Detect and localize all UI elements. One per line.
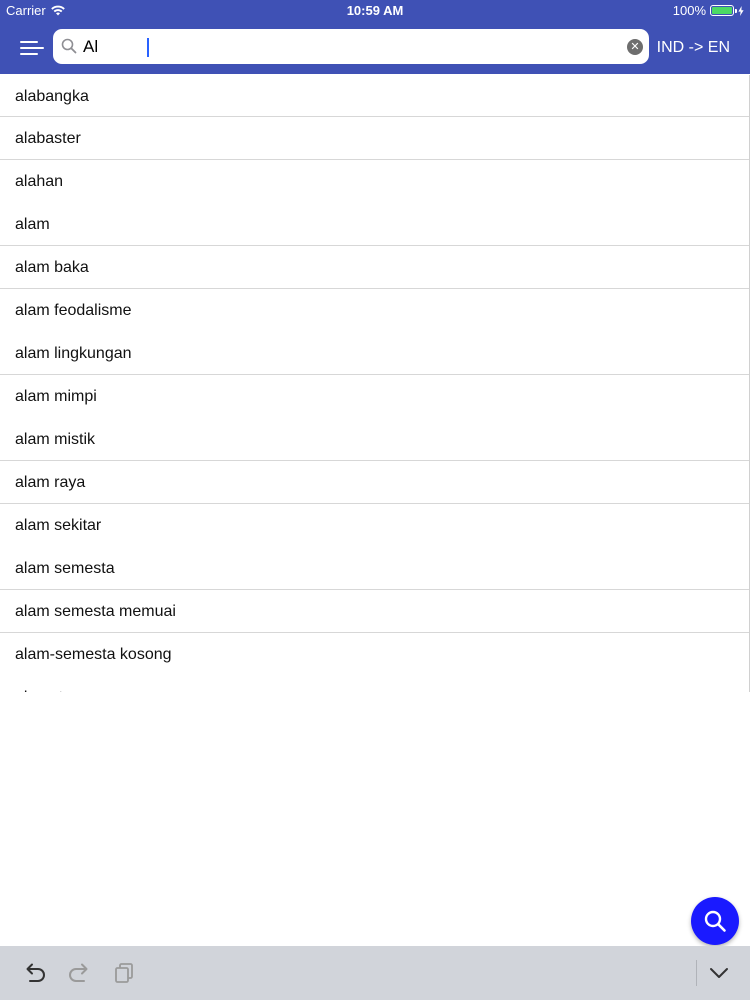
list-item[interactable]: alam bbox=[0, 203, 749, 246]
search-input[interactable] bbox=[83, 33, 623, 60]
list-item[interactable]: alam semesta bbox=[0, 547, 749, 590]
list-item[interactable]: alam mimpi bbox=[0, 375, 749, 418]
search-icon bbox=[61, 38, 77, 54]
list-item[interactable]: alabangka bbox=[0, 75, 749, 118]
text-caret bbox=[147, 38, 149, 57]
undo-button[interactable] bbox=[22, 960, 48, 986]
redo-button[interactable] bbox=[66, 960, 92, 986]
list-item[interactable]: alam-semesta kosong bbox=[0, 633, 749, 676]
paste-button[interactable] bbox=[112, 960, 138, 986]
results-list: alabangka alabaster alahan alam alam bak… bbox=[0, 75, 750, 692]
search-header: ✕ IND -> EN bbox=[0, 22, 750, 74]
dismiss-keyboard-button[interactable] bbox=[706, 960, 732, 986]
chevron-down-icon bbox=[710, 968, 728, 978]
list-item[interactable]: alamat bbox=[0, 676, 749, 692]
search-field[interactable]: ✕ bbox=[53, 29, 649, 64]
keyboard-shortcut-bar bbox=[0, 946, 750, 1000]
paste-icon bbox=[115, 963, 133, 983]
divider bbox=[696, 960, 697, 986]
battery-percent: 100% bbox=[672, 3, 706, 18]
list-item[interactable]: alam feodalisme bbox=[0, 289, 749, 332]
clock: 10:59 AM bbox=[346, 3, 404, 18]
battery-indicator: 100% bbox=[673, 3, 744, 18]
list-item[interactable]: alahan bbox=[0, 160, 749, 203]
redo-icon bbox=[69, 963, 88, 982]
list-item[interactable]: alabaster bbox=[0, 117, 749, 160]
list-item[interactable]: alam lingkungan bbox=[0, 332, 749, 375]
list-item[interactable]: alam mistik bbox=[0, 418, 749, 461]
undo-icon bbox=[26, 963, 45, 982]
list-item[interactable]: alam sekitar bbox=[0, 504, 749, 547]
charging-icon bbox=[738, 5, 744, 16]
clear-icon[interactable]: ✕ bbox=[627, 39, 643, 55]
list-item[interactable]: alam raya bbox=[0, 461, 749, 504]
list-item[interactable]: alam semesta memuai bbox=[0, 590, 749, 633]
status-bar: Carrier 10:59 AM 100% bbox=[0, 0, 750, 22]
menu-button[interactable] bbox=[14, 34, 48, 62]
app-window: Carrier 10:59 AM 100% Al ✕ IND -> EN ala… bbox=[0, 0, 750, 1000]
battery-icon bbox=[710, 5, 737, 16]
hamburger-icon bbox=[20, 41, 38, 43]
language-toggle[interactable]: IND -> EN bbox=[657, 39, 730, 57]
search-fab-button[interactable] bbox=[691, 897, 739, 945]
search-icon bbox=[704, 910, 726, 932]
list-item[interactable]: alam baka bbox=[0, 246, 749, 289]
